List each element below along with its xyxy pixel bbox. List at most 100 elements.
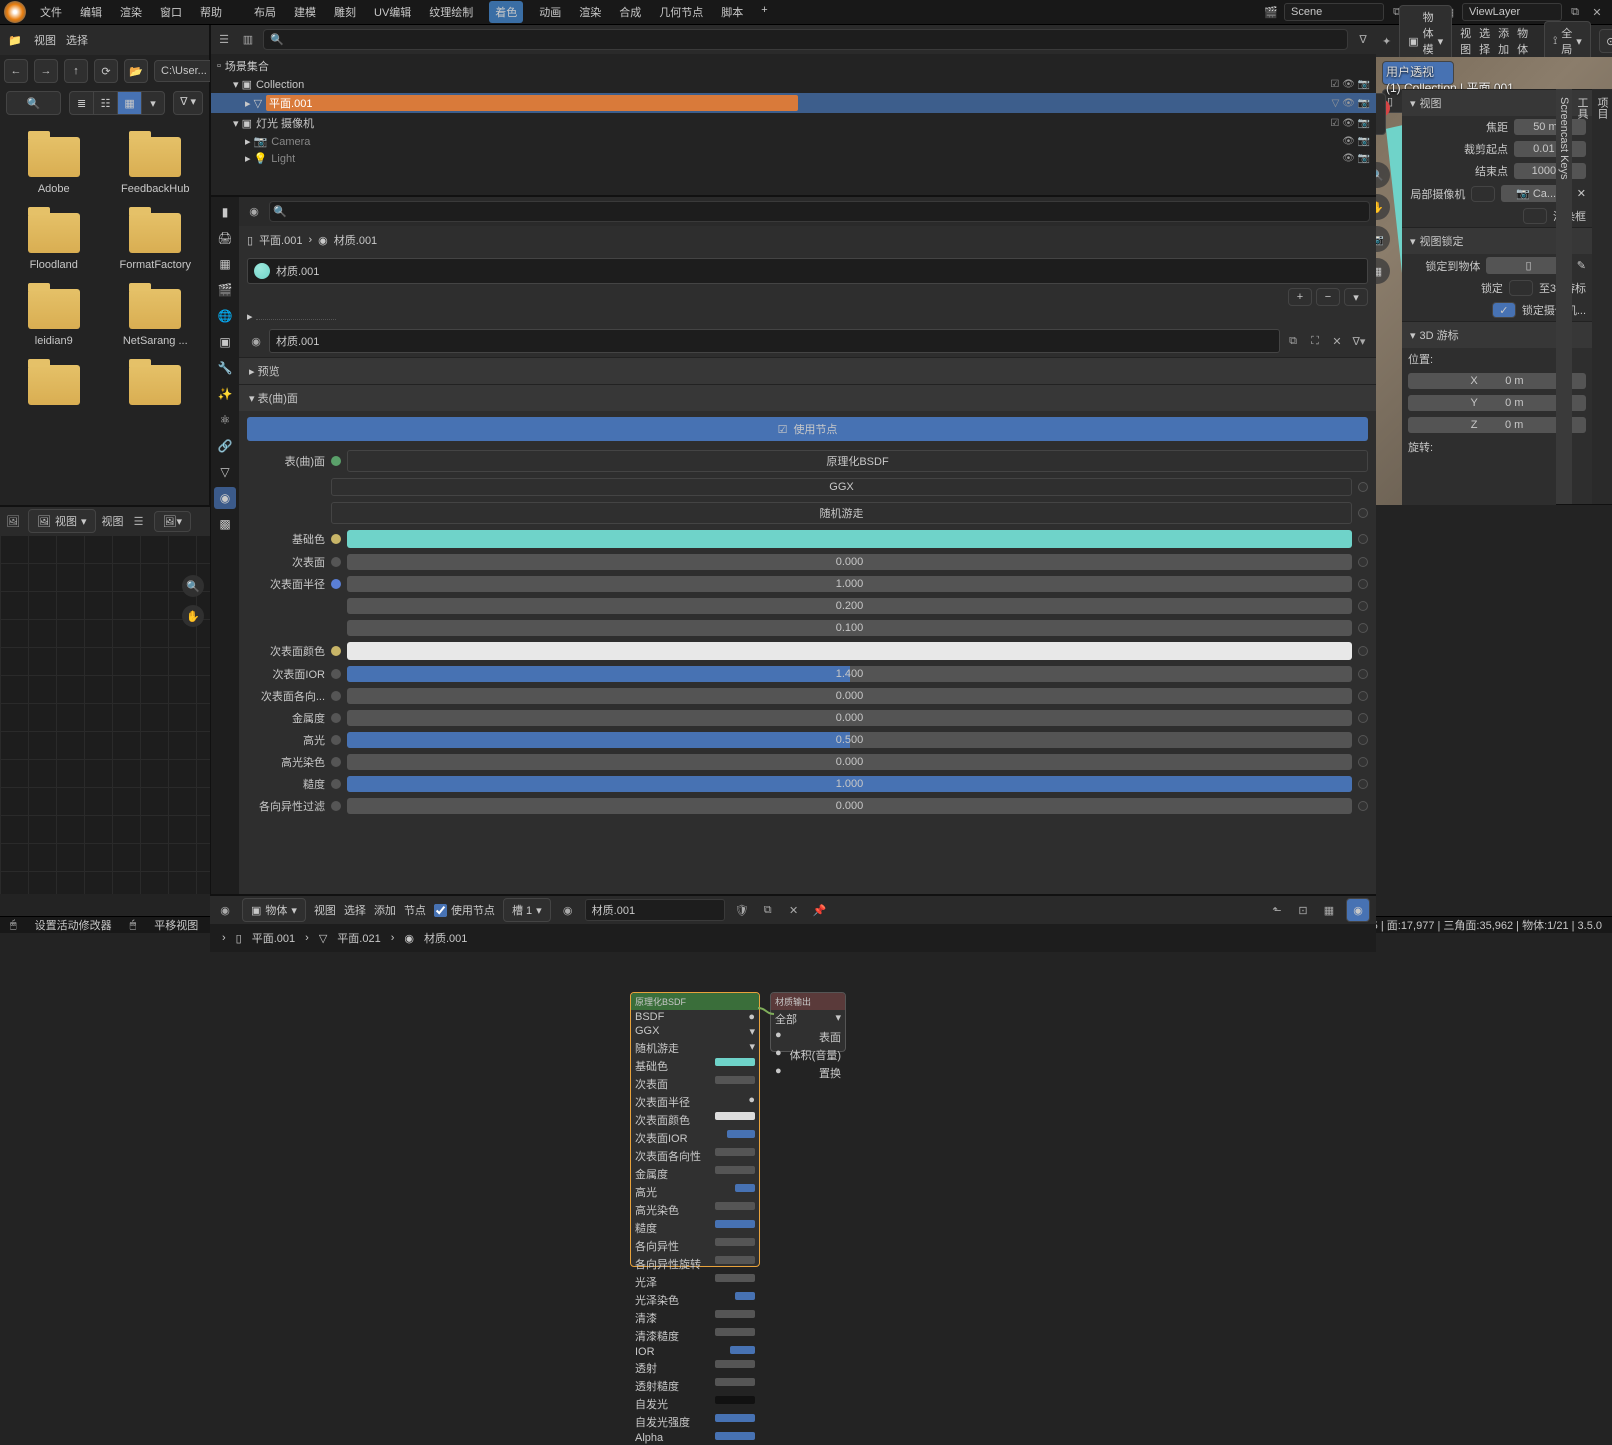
img-slot[interactable]: 🖼▾ <box>154 511 192 532</box>
folder-item[interactable]: FeedbackHub <box>106 129 206 203</box>
spec-value[interactable]: 0.500 <box>347 732 1352 748</box>
vp-select[interactable]: 选择 <box>1479 25 1490 57</box>
ne-add[interactable]: 添加 <box>374 902 396 918</box>
lock-cam-check[interactable]: ✓ <box>1492 302 1516 318</box>
ws-add[interactable]: + <box>759 1 769 23</box>
ne-select[interactable]: 选择 <box>344 902 366 918</box>
pivot-button[interactable]: ⊙ <box>1599 29 1612 53</box>
bc-material[interactable]: 材质.001 <box>334 232 377 248</box>
ws-uv[interactable]: UV编辑 <box>372 1 413 23</box>
overlay-icon[interactable]: ▦ <box>1320 901 1338 919</box>
pin-icon[interactable]: 📌 <box>811 901 829 919</box>
bc-mesh[interactable]: 平面.021 <box>337 930 380 946</box>
search-field[interactable]: 🔍 <box>6 91 61 115</box>
preview-header[interactable]: ▸ 预览 <box>239 358 1376 384</box>
pin-icon[interactable] <box>1358 601 1368 611</box>
outliner-type-icon[interactable]: ☰ <box>215 31 233 49</box>
ws-comp[interactable]: 合成 <box>617 1 643 23</box>
ws-modeling[interactable]: 建模 <box>292 1 318 23</box>
pin-icon[interactable] <box>1358 735 1368 745</box>
socket-dot[interactable] <box>331 669 341 679</box>
mat-name-field[interactable]: 材质.001 <box>585 899 725 921</box>
metal-value[interactable]: 0.000 <box>347 710 1352 726</box>
viewlayer-selector[interactable]: ▦ ViewLayer ⧉ ✕ <box>1434 3 1612 21</box>
folder-item[interactable]: FormatFactory <box>106 205 206 279</box>
mat-dup-icon[interactable]: ⧉ <box>1284 332 1302 350</box>
pin-icon[interactable] <box>1358 779 1368 789</box>
prop-type-icon[interactable]: ◉ <box>245 203 263 221</box>
ws-texpaint[interactable]: 纹理绘制 <box>427 1 475 23</box>
socket-dot[interactable] <box>331 757 341 767</box>
sssr2-value[interactable]: 0.200 <box>347 598 1352 614</box>
vp-add[interactable]: 添加 <box>1498 25 1509 57</box>
display-mode-icon[interactable]: ▥ <box>239 31 257 49</box>
persp-icon[interactable]: ▦ <box>1376 258 1390 284</box>
editor-type-icon[interactable]: ✦ <box>1382 32 1391 50</box>
socket-dot[interactable] <box>331 801 341 811</box>
dup-icon[interactable]: ⧉ <box>759 901 777 919</box>
tab-particles[interactable]: ✨ <box>214 383 236 405</box>
material-browse-icon[interactable]: ◉ <box>247 332 265 350</box>
snap-icon[interactable]: ⊡ <box>1294 901 1312 919</box>
slot-remove[interactable]: − <box>1316 288 1340 306</box>
menu-edit[interactable]: 编辑 <box>78 1 104 23</box>
tab-output[interactable]: 🖨 <box>214 227 236 249</box>
folder-icon[interactable]: 📁 <box>6 31 24 49</box>
forward-button[interactable]: → <box>34 59 58 83</box>
pin-icon[interactable] <box>1358 757 1368 767</box>
tab-world[interactable]: 🌐 <box>214 305 236 327</box>
tab-constraint[interactable]: 🔗 <box>214 435 236 457</box>
surface-header[interactable]: ▾ 表(曲)面 <box>239 385 1376 411</box>
filter-icon[interactable]: ∇ <box>1354 31 1372 49</box>
up-button[interactable]: ↑ <box>64 59 88 83</box>
camera-icon[interactable]: 📷 <box>1376 226 1390 252</box>
pan-icon[interactable]: ✋ <box>182 605 204 627</box>
backdrop-icon[interactable]: ◉ <box>1346 898 1370 922</box>
pin-icon[interactable] <box>1358 557 1368 567</box>
socket-dot[interactable] <box>331 534 341 544</box>
ws-anim[interactable]: 动画 <box>537 1 563 23</box>
ne-node[interactable]: 节点 <box>404 902 426 918</box>
pin-icon[interactable] <box>1358 713 1368 723</box>
img-canvas[interactable]: 🔍 ✋ <box>0 535 210 894</box>
tab-scene[interactable]: 🎬 <box>214 279 236 301</box>
sssr3-value[interactable]: 0.100 <box>347 620 1352 636</box>
view-detail[interactable]: ☷ <box>93 91 117 115</box>
tree-scene-collection[interactable]: ▫场景集合 <box>211 56 1376 76</box>
basecolor-swatch[interactable] <box>347 530 1352 548</box>
pin-icon[interactable] <box>1358 508 1368 518</box>
cam-checkbox[interactable] <box>1471 186 1495 202</box>
bc-object[interactable]: 平面.001 <box>252 930 295 946</box>
menu-help[interactable]: 帮助 <box>198 1 224 23</box>
pin-icon[interactable] <box>1358 534 1368 544</box>
tab-viewlayer[interactable]: ▦ <box>214 253 236 275</box>
view-thumb[interactable]: ▦ <box>117 91 141 115</box>
render-region-check[interactable] <box>1523 208 1547 224</box>
prop-search[interactable]: 🔍 <box>269 201 1370 222</box>
ne-view[interactable]: 视图 <box>314 902 336 918</box>
fb-select[interactable]: 选择 <box>66 32 88 48</box>
refresh-button[interactable]: ⟳ <box>94 59 118 83</box>
filter-button[interactable]: ∇ ▾ <box>173 91 203 115</box>
socket-dot[interactable] <box>331 713 341 723</box>
tab-object[interactable]: ▣ <box>214 331 236 353</box>
vp-object[interactable]: 物体 <box>1517 25 1528 57</box>
material-slot[interactable]: 材质.001 <box>247 258 1368 284</box>
view-drop[interactable]: ▾ <box>141 91 165 115</box>
folder-item[interactable] <box>106 357 206 419</box>
tab-item[interactable]: 项目 <box>1592 89 1612 505</box>
tree-collection[interactable]: ▾ ▣Collection☑ 👁 📷 <box>211 76 1376 93</box>
mat-browse-icon[interactable]: ◉ <box>559 901 577 919</box>
sssior-value[interactable]: 1.400 <box>347 666 1352 682</box>
pin-icon[interactable] <box>1358 482 1368 492</box>
pin-icon[interactable] <box>1358 623 1368 633</box>
img-mode[interactable]: 🖼视图▾ <box>28 509 96 533</box>
img-type-icon[interactable]: 🖼 <box>4 512 22 530</box>
ws-layout[interactable]: 布局 <box>252 1 278 23</box>
tab-render[interactable]: ▮ <box>214 201 236 223</box>
folder-item[interactable]: Floodland <box>4 205 104 279</box>
aniso-value[interactable]: 0.000 <box>347 798 1352 814</box>
slot-dropdown[interactable]: 槽 1▾ <box>503 898 551 922</box>
sss-value[interactable]: 0.000 <box>347 554 1352 570</box>
tab-texture[interactable]: ▩ <box>214 513 236 535</box>
